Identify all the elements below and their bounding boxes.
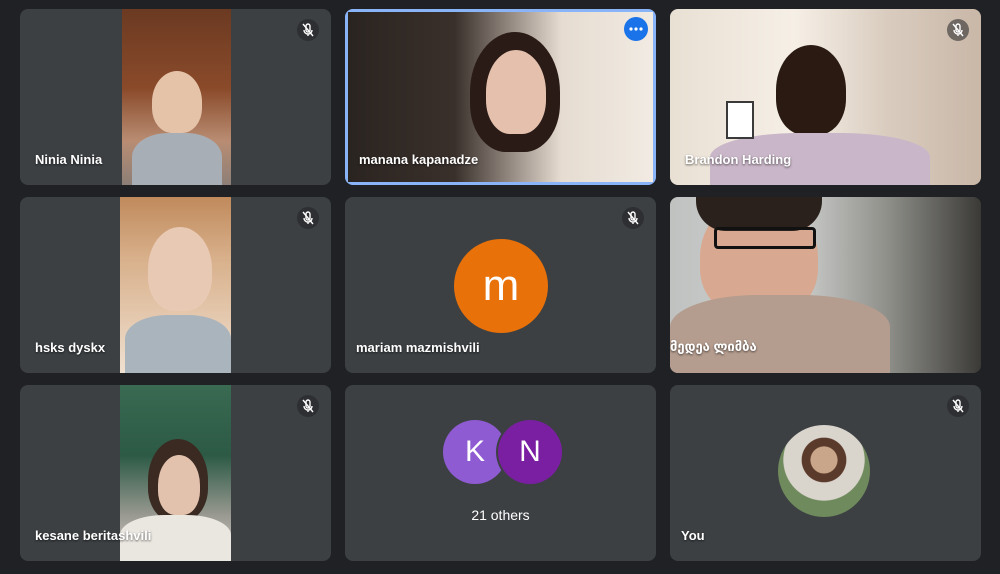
mic-off-icon <box>947 19 969 41</box>
participant-name: You <box>681 528 705 543</box>
participant-name: manana kapanadze <box>359 152 479 167</box>
participant-head <box>148 227 212 311</box>
mic-off-icon <box>297 19 319 41</box>
others-tile[interactable]: K N 21 others <box>345 385 656 561</box>
participant-body <box>132 133 222 185</box>
avatar-letter: K <box>464 435 485 468</box>
participant-tile-hsks[interactable]: hsks dyskx <box>20 197 331 373</box>
participant-name: hsks dyskx <box>35 340 106 355</box>
mic-off-icon <box>297 207 319 229</box>
participant-hair <box>696 197 822 231</box>
participant-tile-manana[interactable]: manana kapanadze <box>345 9 656 185</box>
participant-body <box>125 315 231 373</box>
participant-name: kesane beritashvili <box>35 528 152 543</box>
participant-name: მედეა ლიმბა <box>670 339 757 354</box>
participant-head <box>776 45 846 135</box>
participant-avatar: m <box>454 239 548 333</box>
video-feed <box>122 9 231 185</box>
self-tile[interactable]: You <box>670 385 981 561</box>
mic-off-icon <box>947 395 969 417</box>
participant-name: mariam mazmishvili <box>356 340 480 355</box>
others-count: 21 others <box>471 507 530 523</box>
participant-face <box>158 455 200 515</box>
avatar-letter: m <box>482 261 520 310</box>
self-avatar-photo <box>778 425 870 517</box>
participant-face <box>486 50 546 134</box>
more-options-button[interactable] <box>624 17 648 41</box>
wall-picture <box>726 101 754 139</box>
participant-body <box>670 295 890 373</box>
participant-name: Brandon Harding <box>685 152 792 167</box>
participant-tile-mariam[interactable]: m mariam mazmishvili <box>345 197 656 373</box>
others-avatar-2: N <box>498 420 562 484</box>
mic-off-icon <box>297 395 319 417</box>
participant-name: Ninia Ninia <box>35 152 103 167</box>
participant-tile-ninia[interactable]: Ninia Ninia <box>20 9 331 185</box>
participant-tile-kesane[interactable]: kesane beritashvili <box>20 385 331 561</box>
participant-glasses <box>714 227 816 249</box>
participant-tile-brandon[interactable]: Brandon Harding <box>670 9 981 185</box>
mic-off-icon <box>622 207 644 229</box>
video-feed <box>120 197 231 373</box>
participant-tile-medea[interactable]: მედეა ლიმბა <box>670 197 981 373</box>
participant-head <box>152 71 202 133</box>
avatar-letter: N <box>519 435 541 468</box>
